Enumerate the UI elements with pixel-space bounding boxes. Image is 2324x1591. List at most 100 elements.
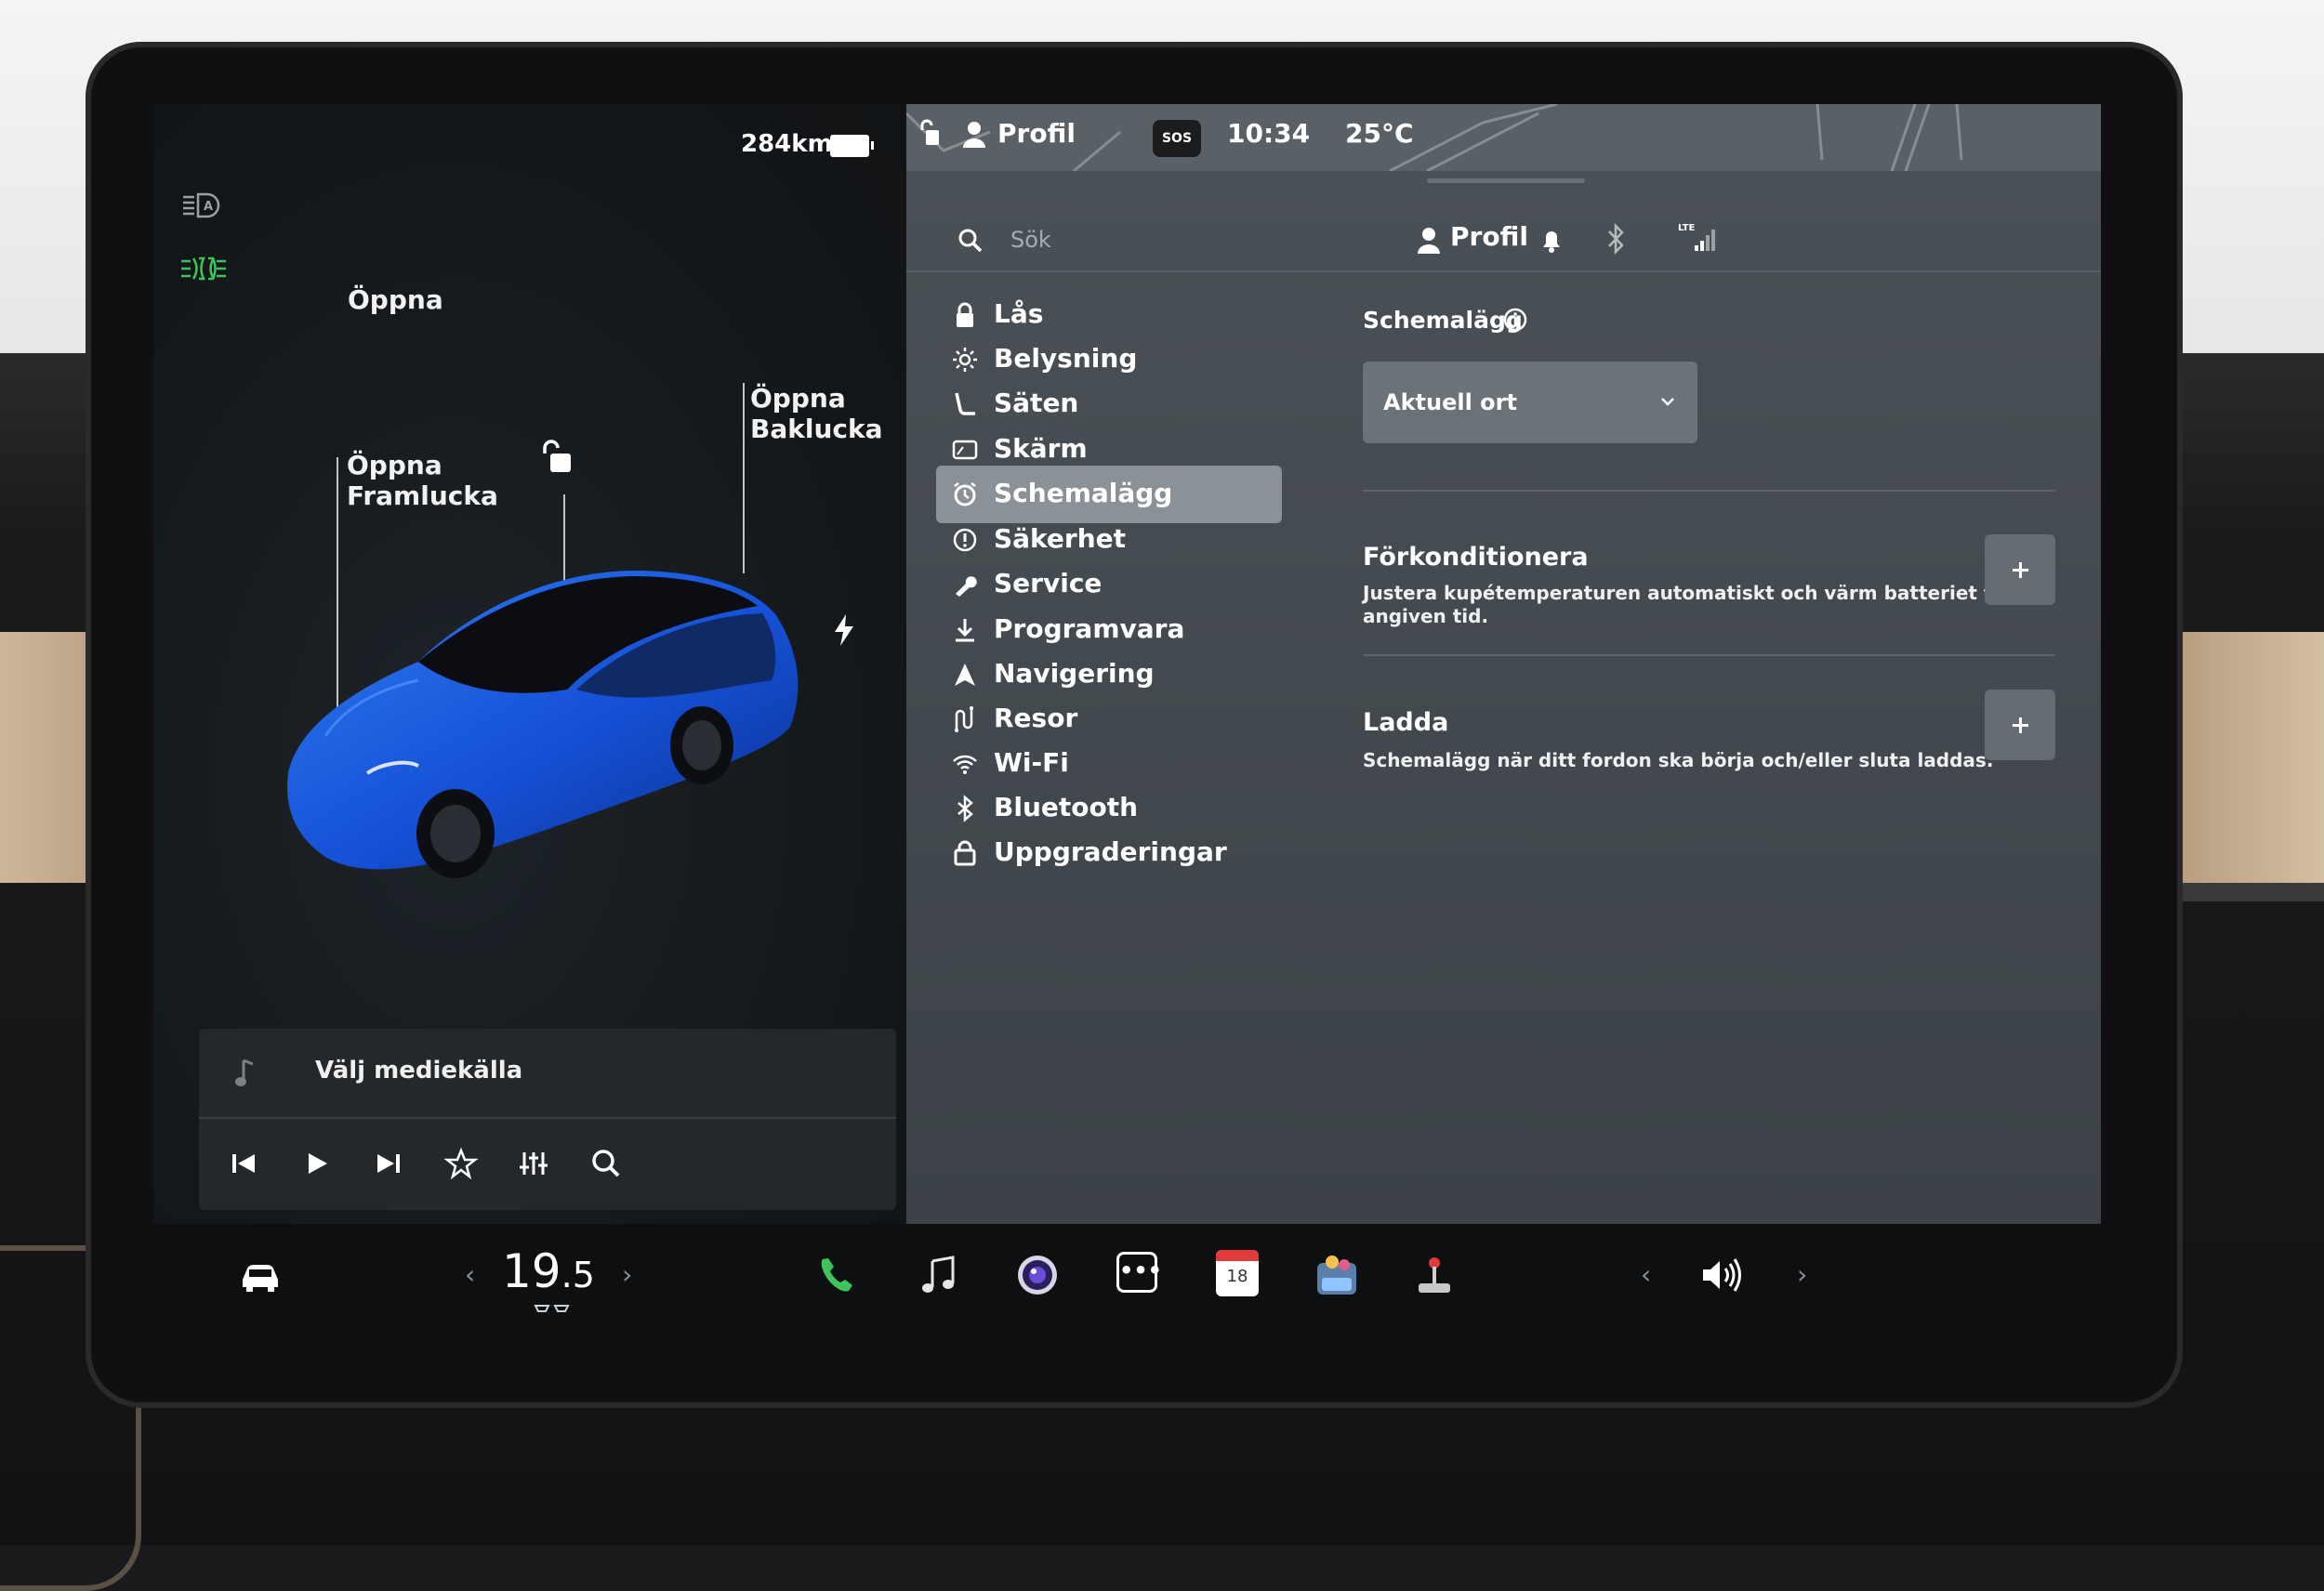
- nav-label: Wi-Fi: [994, 747, 1069, 778]
- display-icon: [952, 440, 978, 460]
- drag-handle[interactable]: [1427, 178, 1585, 183]
- search-input[interactable]: Sök: [1010, 227, 1051, 253]
- precondition-description: Justera kupétemperaturen automatiskt och…: [1363, 582, 2044, 628]
- nav-label: Säkerhet: [994, 523, 1127, 554]
- nav-label: Uppgraderingar: [994, 836, 1227, 867]
- vehicle-3d-model: [287, 570, 799, 878]
- precondition-desc-line2: angiven tid.: [1363, 605, 1489, 627]
- outside-temperature: 25°C: [1345, 118, 1414, 149]
- nav-label: Programvara: [994, 613, 1185, 644]
- music-note-icon: [235, 1058, 254, 1086]
- add-charge-schedule-button[interactable]: [1985, 690, 2055, 760]
- map-lines: [905, 104, 1963, 173]
- profile-button[interactable]: Profil: [1450, 221, 1528, 252]
- nav-label: Skärm: [994, 433, 1088, 464]
- favorite-button[interactable]: [442, 1145, 480, 1182]
- frunk-label-line1: Öppna: [347, 450, 442, 480]
- download-icon: [956, 619, 974, 642]
- nav-label: Belysning: [994, 343, 1138, 374]
- parking-lights-icon: [181, 256, 226, 281]
- volume-icon[interactable]: [1697, 1252, 1744, 1298]
- settings-panel: Profil SOS 10:34 25°C Sök Profil LTE Lås…: [905, 104, 2101, 1224]
- calendar-header: [1216, 1250, 1259, 1261]
- toybox-icon[interactable]: [1314, 1252, 1360, 1298]
- safety-icon: [953, 528, 977, 552]
- wood-trim-right: [2166, 632, 2324, 883]
- wrench-icon: [956, 576, 977, 597]
- lock-icon: [957, 302, 973, 327]
- music-icon[interactable]: [916, 1252, 962, 1298]
- trunk-open-button[interactable]: Öppna Baklucka: [750, 383, 883, 444]
- charge-title: Ladda: [1363, 708, 1449, 737]
- frunk-label-line2: Framlucka: [347, 480, 498, 511]
- nav-item-uppgraderingar[interactable]: Uppgraderingar: [936, 824, 1282, 882]
- precondition-desc-line1: Justera kupétemperaturen automatiskt och…: [1363, 582, 2044, 604]
- unlock-icon[interactable]: [539, 439, 573, 474]
- temp-main: 19: [502, 1244, 561, 1298]
- precondition-title: Förkonditionera: [1363, 543, 1589, 572]
- media-player: Välj mediekälla: [199, 1029, 896, 1210]
- temp-down-arrow[interactable]: ‹: [465, 1259, 475, 1290]
- charge-description: Schemalägg när ditt fordon ska börja och…: [1363, 749, 1994, 771]
- more-apps-icon[interactable]: •••: [1116, 1252, 1162, 1293]
- trips-icon: [955, 706, 973, 732]
- temp-up-arrow[interactable]: ›: [622, 1259, 632, 1290]
- joystick-icon[interactable]: [1411, 1252, 1458, 1298]
- location-dropdown[interactable]: Aktuell ort: [1363, 362, 1697, 443]
- profile-icon: [1418, 228, 1440, 254]
- status-profile-icon: [963, 122, 985, 148]
- trunk-label-line1: Öppna: [750, 383, 846, 414]
- next-button[interactable]: [370, 1145, 407, 1182]
- battery-icon: [830, 135, 874, 157]
- camera-icon[interactable]: [1014, 1252, 1061, 1298]
- media-source-row[interactable]: Välj mediekälla: [199, 1029, 896, 1119]
- charge-port-icon[interactable]: [832, 613, 856, 647]
- schedule-title: Schemalägg: [1363, 307, 1523, 334]
- media-search-button[interactable]: [588, 1145, 625, 1182]
- car-icon[interactable]: [237, 1252, 284, 1298]
- divider: [1363, 654, 2055, 656]
- nav-label: Navigering: [994, 658, 1155, 689]
- bell-icon[interactable]: [1538, 225, 1565, 255]
- trunk-label-line1: Öppna: [348, 284, 443, 315]
- trunk-label-line2: Baklucka: [750, 414, 883, 444]
- equalizer-button[interactable]: [515, 1145, 552, 1182]
- schedule-icon: [954, 482, 976, 506]
- map-peek[interactable]: Profil SOS 10:34 25°C: [905, 104, 2101, 173]
- temp-decimal: .5: [561, 1255, 595, 1295]
- sos-button[interactable]: SOS: [1153, 120, 1201, 157]
- status-profile[interactable]: Profil: [997, 118, 1076, 149]
- frunk-open-button[interactable]: Öppna Framlucka: [347, 450, 498, 511]
- cellular-signal-icon: LTE: [1678, 223, 1715, 251]
- trunk-leader-line: [743, 383, 745, 573]
- nav-label: Service: [994, 568, 1103, 598]
- nav-label: Säten: [994, 388, 1079, 418]
- phone-icon[interactable]: [813, 1252, 860, 1298]
- status-unlock-icon[interactable]: [919, 119, 940, 149]
- cabin-temperature[interactable]: 19.5: [502, 1244, 595, 1298]
- upgrades-icon: [954, 840, 976, 866]
- calendar-day: 18: [1226, 1267, 1248, 1286]
- trunk-open-label[interactable]: Öppna: [348, 284, 443, 315]
- volume-up-arrow[interactable]: ›: [1797, 1259, 1807, 1290]
- volume-down-arrow[interactable]: ‹: [1641, 1259, 1651, 1290]
- seat-heater-icons: [534, 1305, 570, 1312]
- play-button[interactable]: [297, 1145, 335, 1182]
- nav-label: Bluetooth: [994, 792, 1139, 822]
- calendar-icon[interactable]: 18: [1216, 1250, 1259, 1296]
- previous-button[interactable]: [225, 1145, 262, 1182]
- touchscreen: 284km A Öppna Öppna Baklucka Öppna Framl…: [153, 104, 2101, 1321]
- bluetooth-icon[interactable]: [1605, 223, 1626, 255]
- navigation-icon: [955, 664, 975, 686]
- chevron-down-icon: [1661, 398, 1674, 406]
- auto-headlights-icon: A: [183, 192, 220, 218]
- seat-icon: [955, 392, 975, 415]
- svg-text:LTE: LTE: [1678, 223, 1696, 233]
- wifi-icon: [953, 755, 977, 774]
- clock: 10:34: [1227, 118, 1311, 149]
- svg-text:A: A: [204, 200, 213, 214]
- nav-label: Schemalägg: [994, 478, 1173, 508]
- add-precondition-button[interactable]: [1985, 534, 2055, 605]
- divider: [1363, 490, 2055, 492]
- info-icon[interactable]: [1502, 307, 1528, 333]
